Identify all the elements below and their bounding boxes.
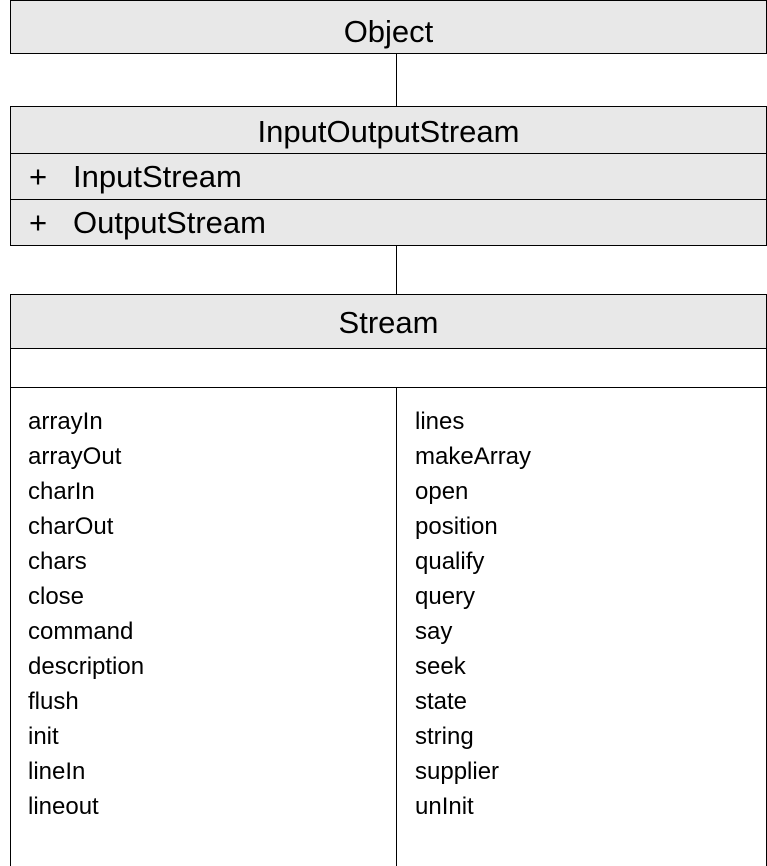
method-arrayout: arrayOut bbox=[28, 443, 122, 470]
object-class-name: Object bbox=[11, 1, 766, 53]
method-close: close bbox=[28, 583, 85, 610]
method-linein: lineIn bbox=[28, 758, 86, 785]
method-open: open bbox=[415, 478, 469, 505]
method-seek: seek bbox=[415, 653, 466, 680]
method-state: state bbox=[415, 688, 468, 715]
methods-column-divider bbox=[396, 388, 397, 866]
outputstream-label: OutputStream bbox=[73, 205, 266, 240]
plus-symbol: + bbox=[29, 205, 48, 240]
method-lineout: lineout bbox=[28, 793, 99, 820]
method-description: description bbox=[28, 653, 145, 680]
inheritance-connector-object bbox=[396, 54, 397, 106]
method-command: command bbox=[28, 618, 134, 645]
method-uninit: unInit bbox=[415, 793, 474, 820]
method-query: query bbox=[415, 583, 476, 610]
inputstream-label: InputStream bbox=[73, 159, 242, 194]
method-arrayin: arrayIn bbox=[28, 408, 103, 435]
inputoutputstream-class-name: InputOutputStream bbox=[11, 107, 766, 153]
method-say: say bbox=[415, 618, 453, 645]
method-supplier: supplier bbox=[415, 758, 500, 785]
method-qualify: qualify bbox=[415, 548, 485, 575]
method-charin: charIn bbox=[28, 478, 95, 505]
method-charout: charOut bbox=[28, 513, 114, 540]
inherits-row-outputstream: + OutputStream bbox=[11, 199, 766, 245]
method-makearray: makeArray bbox=[415, 443, 532, 470]
method-init: init bbox=[28, 723, 59, 750]
attributes-compartment bbox=[11, 348, 766, 387]
methods-column-right: lines makeArray open position qualify query sa… bbox=[415, 404, 531, 824]
method-flush: flush bbox=[28, 688, 79, 715]
object-class-box: Object bbox=[10, 0, 767, 54]
method-position: position bbox=[415, 513, 498, 540]
inputoutputstream-class-box: InputOutputStream + InputStream + OutputSt… bbox=[10, 106, 767, 246]
method-lines: lines bbox=[415, 408, 465, 435]
plus-symbol: + bbox=[29, 159, 48, 194]
stream-class-box: Stream arrayIn arrayOut charIn charOut chars… bbox=[10, 294, 767, 866]
method-string: string bbox=[415, 723, 474, 750]
method-chars: chars bbox=[28, 548, 87, 575]
methods-compartment: arrayIn arrayOut charIn charOut chars close co… bbox=[11, 387, 766, 866]
inheritance-connector-ios bbox=[396, 246, 397, 294]
stream-class-name: Stream bbox=[11, 295, 766, 348]
methods-column-left: arrayIn arrayOut charIn charOut chars close co… bbox=[28, 404, 144, 824]
inherits-row-inputstream: + InputStream bbox=[11, 153, 766, 199]
